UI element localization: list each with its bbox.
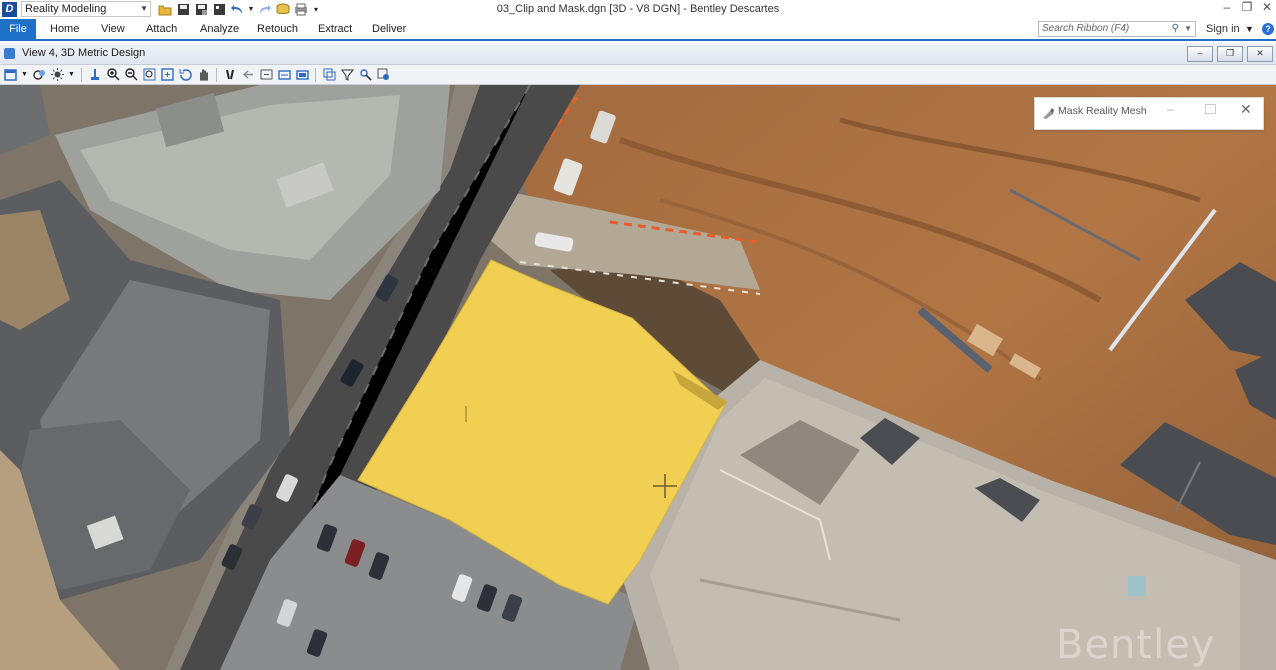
restore-icon[interactable]: ❐ xyxy=(1240,0,1254,14)
sign-in-link[interactable]: Sign in xyxy=(1206,19,1240,39)
camera-icon[interactable] xyxy=(295,68,309,82)
next-view-icon[interactable] xyxy=(259,68,273,82)
view-minimize-icon[interactable]: – xyxy=(1187,46,1213,62)
tab-retouch[interactable]: Retouch xyxy=(257,19,298,39)
window-title: 03_Clip and Mask.dgn [3D - V8 DGN] - Ben… xyxy=(496,3,780,15)
previous-view-icon[interactable] xyxy=(241,68,255,82)
toolbar-separator xyxy=(81,67,82,82)
title-bar: D Reality Modeling ▼ ▼ ▾ 03_Clip and Mas… xyxy=(0,0,1276,19)
tab-deliver[interactable]: Deliver xyxy=(372,19,406,39)
dropdown-icon[interactable]: ▼ xyxy=(68,68,75,82)
tab-view[interactable]: View xyxy=(101,19,125,39)
filter-icon[interactable] xyxy=(358,68,372,82)
window-controls: – ❐ ✕ xyxy=(1220,0,1274,14)
tab-home[interactable]: Home xyxy=(50,19,79,39)
bentley-watermark: Bentley xyxy=(1056,622,1216,668)
dialog-maximize-icon[interactable] xyxy=(1205,104,1216,114)
ribbon-search-input[interactable]: Search Ribbon (F4) ⚲ ▼ xyxy=(1038,21,1196,37)
navigate-icon[interactable] xyxy=(376,68,390,82)
walk-icon[interactable] xyxy=(223,68,237,82)
view-window-controls: – ❐ ✕ xyxy=(1187,46,1273,62)
view-attributes-icon[interactable] xyxy=(3,68,17,82)
mask-reality-mesh-dialog[interactable]: Mask Reality Mesh – ✕ xyxy=(1034,97,1264,130)
window-area-icon[interactable] xyxy=(322,68,336,82)
mask-tool-icon xyxy=(1043,108,1054,119)
search-placeholder: Search Ribbon (F4) xyxy=(1042,23,1130,34)
copy-view-icon[interactable] xyxy=(277,68,291,82)
dialog-title: Mask Reality Mesh xyxy=(1058,105,1147,117)
view-icon xyxy=(4,48,15,59)
lighting-icon[interactable] xyxy=(50,68,64,82)
ribbon-tabs: File Home View Attach Analyze Retouch Ex… xyxy=(0,19,1276,41)
close-icon[interactable]: ✕ xyxy=(1260,0,1274,14)
dialog-minimize-icon[interactable]: – xyxy=(1167,102,1174,116)
reality-mesh-scene[interactable] xyxy=(0,85,1276,670)
view-title: View 4, 3D Metric Design xyxy=(22,47,146,59)
help-icon[interactable]: ? xyxy=(1262,23,1274,35)
toolbar-separator xyxy=(216,67,217,82)
search-icon[interactable]: ⚲ xyxy=(1172,22,1179,36)
view-close-icon[interactable]: ✕ xyxy=(1247,46,1273,62)
tab-analyze[interactable]: Analyze xyxy=(200,19,239,39)
fit-view-icon[interactable] xyxy=(160,68,174,82)
clip-volume-icon[interactable] xyxy=(340,68,354,82)
minimize-icon[interactable]: – xyxy=(1220,0,1234,14)
tab-extract[interactable]: Extract xyxy=(318,19,352,39)
pan-icon[interactable] xyxy=(196,68,210,82)
view-restore-icon[interactable]: ❐ xyxy=(1217,46,1243,62)
place-marker-icon[interactable] xyxy=(88,68,102,82)
dropdown-icon[interactable]: ▼ xyxy=(21,68,28,82)
chevron-down-icon[interactable]: ▼ xyxy=(1184,22,1192,36)
toolbar-separator xyxy=(315,67,316,82)
rotate-view-icon[interactable] xyxy=(178,68,192,82)
tab-attach[interactable]: Attach xyxy=(146,19,177,39)
display-style-icon[interactable] xyxy=(32,68,46,82)
tab-file[interactable]: File xyxy=(0,19,36,39)
zoom-window-icon[interactable] xyxy=(142,68,156,82)
view-window-header: View 4, 3D Metric Design – ❐ ✕ xyxy=(0,43,1276,65)
view-toolbar: ▼ ▼ xyxy=(0,65,1276,85)
dialog-close-icon[interactable]: ✕ xyxy=(1240,101,1252,118)
zoom-in-icon[interactable] xyxy=(106,68,120,82)
3d-viewport[interactable] xyxy=(0,85,1276,670)
chevron-down-icon[interactable]: ▼ xyxy=(1245,19,1254,39)
zoom-out-icon[interactable] xyxy=(124,68,138,82)
